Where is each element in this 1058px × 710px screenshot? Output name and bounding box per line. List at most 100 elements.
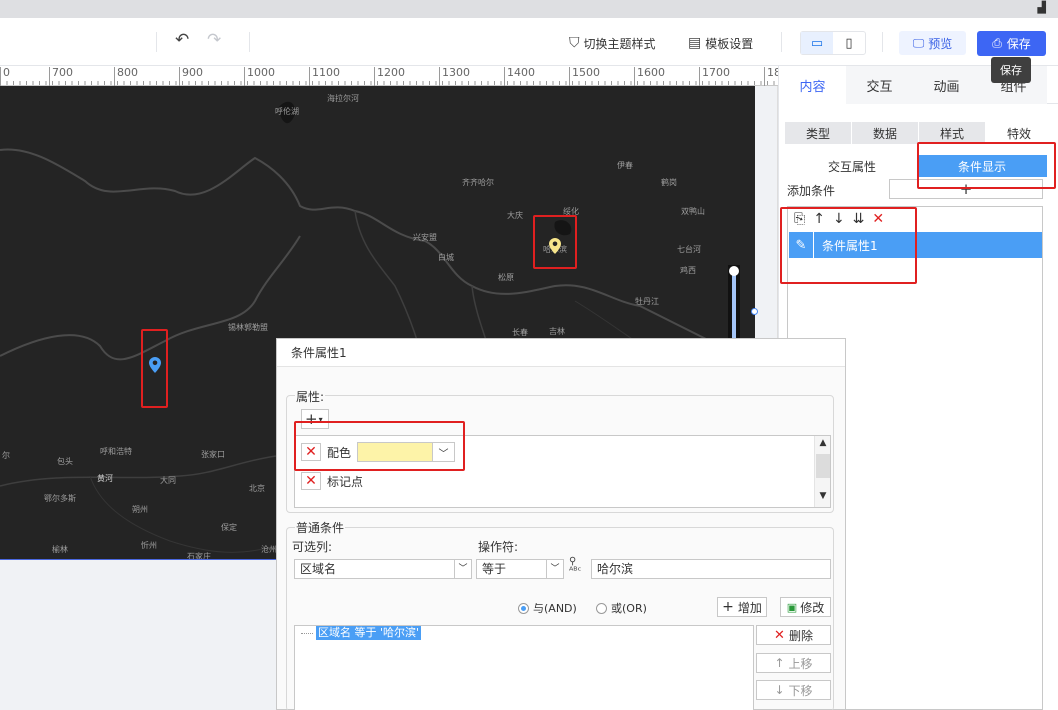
annotation-box (141, 329, 168, 408)
value-input[interactable]: 哈尔滨 (591, 559, 831, 579)
ruler-label: 1700 (699, 67, 730, 86)
ruler-label: 1500 (569, 67, 600, 86)
move-down-button[interactable]: ↓ 下移 (756, 680, 831, 700)
value-input-text: 哈尔滨 (597, 562, 634, 576)
ruler-label: 700 (49, 67, 73, 86)
map-label: 长春 (512, 328, 528, 337)
tab-effects[interactable]: 特效 (986, 122, 1053, 144)
map-label: 呼伦湖 (275, 107, 299, 116)
tab-style[interactable]: 样式 (919, 122, 986, 144)
condition-tree-item[interactable]: 区域名 等于 '哈尔滨' (316, 626, 422, 640)
map-label: 呼和浩特 (100, 447, 132, 456)
ruler-label: 1600 (634, 67, 665, 86)
move-down-label: 下移 (788, 683, 813, 698)
zoom-slider-knob[interactable] (729, 266, 739, 276)
map-label: 松原 (498, 273, 514, 282)
tab-interaction-props[interactable]: 交互属性 (787, 155, 917, 177)
save-button[interactable]: ⎙ 保存 (977, 31, 1046, 56)
annotation-box (533, 215, 577, 269)
remove-attribute-icon[interactable]: ✕ (301, 472, 321, 490)
save-icon: ⎙ (992, 36, 1002, 50)
and-radio-label: 与(AND) (533, 602, 577, 615)
add-condition-label: 添加条件 (787, 184, 836, 198)
operator-select[interactable]: 等于 ﹀ (476, 559, 564, 579)
sub-tabs: 类型 数据 样式 特效 (785, 122, 1055, 144)
toolbar-divider (156, 32, 157, 52)
save-label: 保存 (1006, 37, 1031, 51)
tab-animation[interactable]: 动画 (913, 66, 980, 104)
tree-line (301, 633, 313, 634)
tab-content[interactable]: 内容 (779, 66, 846, 104)
monitor-icon: 🖵 (912, 35, 925, 50)
redo-icon[interactable]: ↷ (207, 30, 221, 50)
map-label: 牡丹江 (635, 297, 659, 306)
map-label: 兴安盟 (413, 233, 437, 242)
column-select-value: 区域名 (300, 562, 337, 576)
map-label: 吉林 (549, 327, 565, 336)
zoom-slider-bar[interactable] (732, 272, 736, 340)
resize-handle[interactable] (751, 308, 758, 315)
move-up-label: 上移 (788, 656, 813, 671)
map-label: 忻州 (141, 541, 157, 550)
attribute-marker-row: ✕ 标记点 (301, 471, 363, 491)
column-select[interactable]: 区域名 ﹀ (294, 559, 472, 579)
ruler-label: 1000 (244, 67, 275, 86)
map-label: 鸡西 (680, 266, 696, 275)
common-condition-label: 普通条件 (295, 519, 346, 536)
switch-theme-button[interactable]: ⛉ 切换主题样式 (569, 32, 656, 54)
delete-button-label: 删除 (788, 628, 813, 643)
map-label: 白城 (438, 253, 454, 262)
desktop-icon[interactable]: ▭ (801, 32, 833, 54)
annotation-box (780, 207, 917, 284)
toolbar-divider (249, 32, 250, 52)
preview-button[interactable]: 🖵 预览 (899, 31, 966, 55)
plus-icon: + (722, 599, 734, 615)
scroll-thumb[interactable] (816, 454, 830, 478)
condition-tree: 区域名 等于 '哈尔滨' (294, 625, 754, 710)
undo-icon[interactable]: ↶ (175, 30, 189, 50)
map-label: 榆林 (52, 545, 68, 554)
tab-type[interactable]: 类型 (785, 122, 852, 144)
move-up-button[interactable]: ↑ 上移 (756, 653, 831, 673)
editor-toolbar: ↶ ↷ ⛉ 切换主题样式 ▤ 模板设置 ▭ ▯ 🖵 预览 ⎙ 保存 (0, 18, 1058, 66)
formula-icon[interactable]: ⚲ ᴬᴮᶜ (569, 557, 581, 577)
modify-button[interactable]: ▣ 修改 (780, 597, 831, 617)
map-label: 大同 (160, 476, 176, 485)
scroll-down-icon[interactable]: ▼ (815, 489, 831, 503)
or-radio[interactable]: 或(OR) (596, 600, 647, 616)
delete-button[interactable]: ✕ 删除 (756, 625, 831, 645)
and-radio[interactable]: 与(AND) (518, 600, 577, 616)
dialog-title: 条件属性1 (277, 339, 845, 367)
scroll-up-icon[interactable]: ▲ (815, 436, 831, 450)
cursor-icon: ▟ (1037, 1, 1046, 14)
ruler-label: 900 (179, 67, 203, 86)
template-settings-button[interactable]: ▤ 模板设置 (688, 32, 753, 54)
mobile-icon[interactable]: ▯ (833, 32, 865, 54)
tab-interaction[interactable]: 交互 (846, 66, 913, 104)
map-label: 尔 (2, 451, 10, 460)
ruler-label: 1100 (309, 67, 340, 86)
chevron-down-icon[interactable]: ﹀ (546, 560, 563, 578)
or-radio-label: 或(OR) (611, 602, 647, 615)
annotation-box (294, 421, 465, 471)
delete-icon: ✕ (774, 627, 785, 643)
ruler-label: 1400 (504, 67, 535, 86)
arrow-up-icon: ↑ (774, 656, 785, 670)
condition-dialog: 条件属性1 属性: + ▾ ✕ 配色 ﹀ ✕ 标记点 ▲ ▼ 普通条件 可选列: … (276, 338, 846, 710)
attribute-group-label: 属性: (295, 388, 326, 405)
attribute-scrollbar[interactable]: ▲ ▼ (814, 436, 830, 507)
map-label: 黄河 (97, 474, 113, 483)
radio-dot (518, 602, 529, 614)
tab-data[interactable]: 数据 (852, 122, 919, 144)
template-icon: ▤ (688, 35, 702, 51)
horizontal-ruler: 0 700 800 900 1000 1100 1200 1300 1400 1… (0, 66, 781, 86)
save-tooltip: 保存 (991, 57, 1031, 83)
map-label: 大庆 (507, 211, 523, 220)
chevron-down-icon[interactable]: ﹀ (454, 560, 471, 578)
map-label: 北京 (249, 484, 265, 493)
map-label: 海拉尔河 (327, 94, 359, 103)
add-button[interactable]: + 增加 (717, 597, 767, 617)
template-settings-label: 模板设置 (705, 36, 754, 51)
map-label: 鄂尔多斯 (44, 494, 76, 503)
map-label: 锡林郭勒盟 (228, 323, 268, 332)
